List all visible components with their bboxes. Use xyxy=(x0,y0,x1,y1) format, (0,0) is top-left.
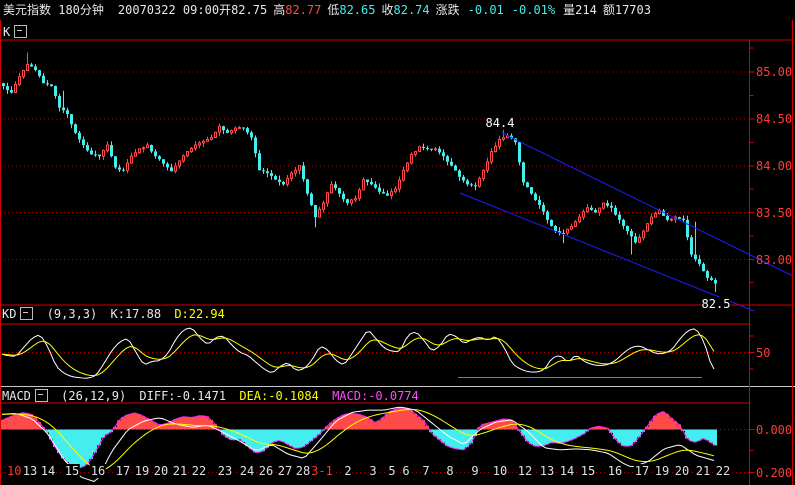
minus-glyph xyxy=(23,312,29,313)
date-axis-label: 21 xyxy=(694,464,712,478)
date-axis-label: 22 xyxy=(190,464,208,478)
date-axis-label: 14 xyxy=(39,464,57,478)
date-axis-label: 12 xyxy=(516,464,534,478)
macd-panel-header: MACD (26,12,9) DIFF:-0.1471 DEA:-0.1084 … xyxy=(2,389,425,403)
kd-d-value: D:22.94 xyxy=(174,307,225,321)
kd-panel-title: KD xyxy=(2,307,17,321)
date-axis-label: 17 xyxy=(114,464,132,478)
date-axis-label: 9 xyxy=(470,464,480,478)
date-axis-label: 22 xyxy=(714,464,732,478)
minus-glyph xyxy=(37,394,43,395)
date-axis-label: 24 xyxy=(238,464,256,478)
collapse-icon[interactable] xyxy=(20,307,34,320)
date-axis-label: 13 xyxy=(21,464,39,478)
date-axis-label: 3-1 xyxy=(310,464,334,478)
date-axis-label: 20 xyxy=(673,464,691,478)
macd-params: (26,12,9) xyxy=(61,389,127,403)
date-axis-label: 21 xyxy=(171,464,189,478)
price-axis-label: 85.00 xyxy=(756,65,793,79)
date-axis-label: 13 xyxy=(538,464,556,478)
date-axis-label: 2 xyxy=(343,464,353,478)
macd-axis-label: 0.000 xyxy=(756,422,793,437)
chart-application-window: 美元指数 180分钟 20070322 09:00开82.75 高82.77 低82.… xyxy=(0,0,795,485)
date-axis-label: 19 xyxy=(133,464,151,478)
price-annotation: 82.5 xyxy=(701,297,731,311)
price-axis-label: 84.00 xyxy=(756,159,793,173)
date-axis-label: 28 xyxy=(294,464,312,478)
price-axis-label: 83.00 xyxy=(756,252,793,267)
date-axis-label: 27 xyxy=(276,464,294,478)
date-axis-label: 15 xyxy=(63,464,81,478)
price-annotation: 84.4 xyxy=(485,116,515,130)
date-axis-label: 7 xyxy=(421,464,431,478)
price-axis-label: 83.50 xyxy=(756,205,793,220)
kd-panel-header: KD (9,3,3) K:17.88 D:22.94 xyxy=(2,307,231,321)
date-axis-label: 14 xyxy=(558,464,576,478)
date-axis-label: 26 xyxy=(257,464,275,478)
price-axis-label: 84.50 xyxy=(756,112,793,126)
date-axis-label: 10 xyxy=(6,464,23,478)
date-axis-label: 3 xyxy=(368,464,378,478)
macd-macd-value: MACD:-0.0774 xyxy=(332,389,419,403)
date-axis-label: 19 xyxy=(653,464,671,478)
chart-canvas xyxy=(0,20,795,485)
date-axis-label: 16 xyxy=(606,464,624,478)
kd-params: (9,3,3) xyxy=(46,307,98,321)
date-axis-label: 8 xyxy=(445,464,455,478)
date-axis-label: 16 xyxy=(89,464,107,478)
date-axis-label: 15 xyxy=(579,464,597,478)
main-panel-header: K xyxy=(3,25,31,39)
date-axis-label: 20 xyxy=(152,464,170,478)
macd-panel-title: MACD xyxy=(2,389,31,403)
collapse-icon[interactable] xyxy=(14,25,28,38)
date-axis-label: 6 xyxy=(401,464,411,478)
date-axis-label: 23 xyxy=(216,464,234,478)
minus-glyph xyxy=(17,30,23,31)
kd-axis-label: 50 xyxy=(756,345,771,360)
macd-dea-value: DEA:-0.1084 xyxy=(239,389,319,403)
date-axis-label: 10 xyxy=(491,464,509,478)
macd-diff-value: DIFF:-0.1471 xyxy=(139,389,227,403)
kd-k-value: K:17.88 xyxy=(110,307,162,321)
collapse-icon[interactable] xyxy=(34,389,48,402)
macd-axis-label: 0.200 xyxy=(756,465,793,480)
date-axis-label: 5 xyxy=(387,464,397,478)
main-panel-title: K xyxy=(3,25,11,39)
date-axis-label: 17 xyxy=(633,464,651,478)
